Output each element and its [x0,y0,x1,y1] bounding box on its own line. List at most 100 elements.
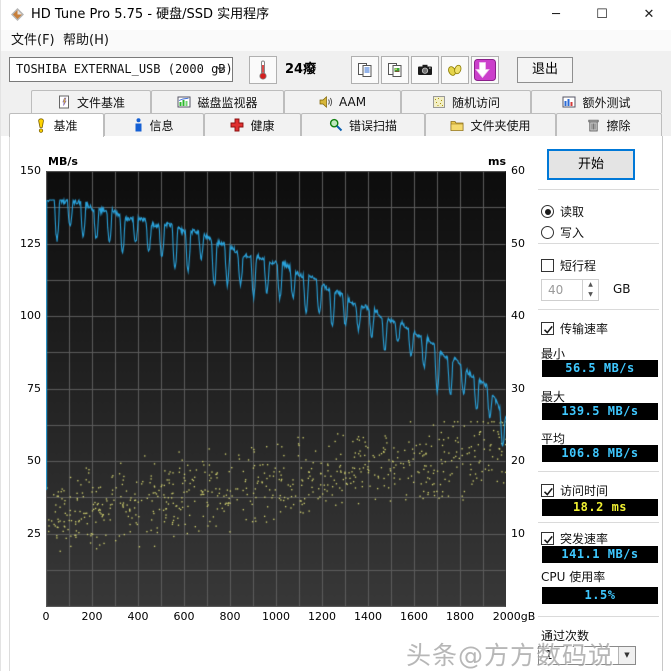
tab-file-benchmark[interactable]: 文件基准 [31,90,151,113]
transfer-rate-row[interactable]: 传输速率 [541,320,608,337]
drive-select-value: TOSHIBA EXTERNAL_USB (2000 gB) [16,62,233,76]
x-tick-label: 0 [42,610,50,623]
minimize-button[interactable]: ─ [539,0,573,30]
x-tick-label: 800 [219,610,241,623]
tab-label: 磁盘监视器 [197,95,258,110]
tab-label: AAM [338,95,367,109]
write-radio[interactable] [541,226,554,239]
y-left-tick-label: 150 [20,164,41,177]
toolbar: TOSHIBA EXTERNAL_USB (2000 gB) 24癈 退出 [1,51,671,90]
x-tick-label: 2000gB [492,610,536,623]
close-button[interactable]: ✕ [632,0,666,30]
short-stroke-checkbox[interactable] [541,259,554,272]
y-left-tick-label: 50 [27,454,41,467]
copy-image-icon [387,62,403,78]
error-scan-icon [329,118,343,132]
short-stroke-spinner[interactable]: 40 ▲ ▼ [541,279,599,301]
drive-select[interactable]: TOSHIBA EXTERNAL_USB (2000 gB) [9,57,233,82]
burst-rate-label: 突发速率 [560,532,609,546]
tab-extra-tests[interactable]: 额外测试 [531,90,662,113]
thermometer-icon [259,60,267,80]
y-right-unit-label: ms [488,155,507,168]
tab-strip: 文件基准 磁盘监视器 AAM 随机访问 额外测试 基准 信息 健康 错误扫描 文件夹使用 擦除 [1,89,671,137]
write-radio-row[interactable]: 写入 [541,224,584,241]
min-value-display: 56.5 MB/s [542,360,658,377]
tab-health[interactable]: 健康 [204,113,301,136]
y-left-tick-label: 125 [20,237,41,250]
read-radio-row[interactable]: 读取 [541,203,584,220]
y-left-tick-label: 75 [27,382,41,395]
menu-help[interactable]: 帮助(H) [57,30,115,51]
hands-icon [447,62,463,78]
menu-bar: 文件(F) 帮助(H) [1,30,671,51]
download-icon [474,59,496,81]
spin-up-icon[interactable]: ▲ [583,280,598,290]
copy-text-icon [357,62,373,78]
app-icon [11,8,24,21]
x-tick-label: 1600 [400,610,428,623]
download-button[interactable] [471,56,499,84]
y-left-tick-label: 100 [20,309,41,322]
tab-label: 基准 [53,119,78,133]
tab-label: 文件基准 [76,95,125,110]
tab-benchmark[interactable]: 基准 [9,113,104,137]
spin-down-icon[interactable]: ▼ [583,290,598,300]
separator [538,309,659,310]
aam-icon [319,95,333,109]
menu-file[interactable]: 文件(F) [5,30,61,51]
tab-label: 擦除 [606,118,631,133]
transfer-rate-checkbox[interactable] [541,322,554,335]
exit-button[interactable]: 退出 [517,57,573,83]
file-benchmark-icon [57,95,71,109]
access-time-row[interactable]: 访问时间 [541,482,608,499]
temperature-value: 24癈 [285,62,317,77]
spinner-buttons[interactable]: ▲ ▼ [582,280,598,300]
y-right-tick-label: 10 [511,527,525,540]
tab-info[interactable]: 信息 [104,113,204,136]
read-radio[interactable] [541,205,554,218]
tab-aam[interactable]: AAM [284,90,401,113]
benchmark-chart-canvas [46,171,506,607]
chevron-down-icon [216,66,226,72]
gb-unit-label: GB [613,282,631,296]
access-time-display: 18.2 ms [542,499,658,516]
tab-disk-monitor[interactable]: 磁盘监视器 [151,90,284,113]
tab-erase[interactable]: 擦除 [556,113,662,136]
pass-count-dropdown-icon[interactable]: ▼ [618,647,635,664]
x-tick-label: 1400 [354,610,382,623]
avg-value-display: 106.8 MB/s [542,445,658,462]
temperature-button[interactable] [249,56,277,84]
erase-icon [587,118,600,132]
maximize-button[interactable]: ☐ [585,0,619,30]
tab-error-scan[interactable]: 错误扫描 [301,113,425,136]
access-time-checkbox[interactable] [541,484,554,497]
short-stroke-row[interactable]: 短行程 [541,257,596,274]
short-stroke-label: 短行程 [560,259,597,273]
random-access-icon [432,95,446,109]
burst-rate-row[interactable]: 突发速率 [541,530,608,547]
tab-folder-usage[interactable]: 文件夹使用 [425,113,556,136]
tab-label: 随机访问 [451,95,500,110]
y-left-tick-label: 25 [27,527,41,540]
hands-button[interactable] [441,56,469,84]
y-right-tick-label: 50 [511,237,525,250]
extra-tests-icon [562,95,576,109]
x-tick-label: 1000 [262,610,290,623]
tab-random-access[interactable]: 随机访问 [401,90,531,113]
tab-label: 健康 [250,118,275,133]
copy-text-button[interactable] [351,56,379,84]
separator [538,522,659,523]
start-button[interactable]: 开始 [547,149,635,180]
separator [538,189,659,190]
y-left-unit-label: MB/s [48,155,78,168]
copy-image-button[interactable] [381,56,409,84]
screenshot-button[interactable] [411,56,439,84]
burst-rate-checkbox[interactable] [541,532,554,545]
transfer-rate-label: 传输速率 [560,322,609,336]
tab-label: 文件夹使用 [470,118,531,133]
write-radio-label: 写入 [560,226,585,240]
max-value-display: 139.5 MB/s [542,403,658,420]
cpu-usage-display: 1.5% [542,587,658,604]
read-radio-label: 读取 [560,205,585,219]
hdtune-window: HD Tune Pro 5.75 - 硬盘/SSD 实用程序 ─ ☐ ✕ 文件(… [0,0,671,671]
